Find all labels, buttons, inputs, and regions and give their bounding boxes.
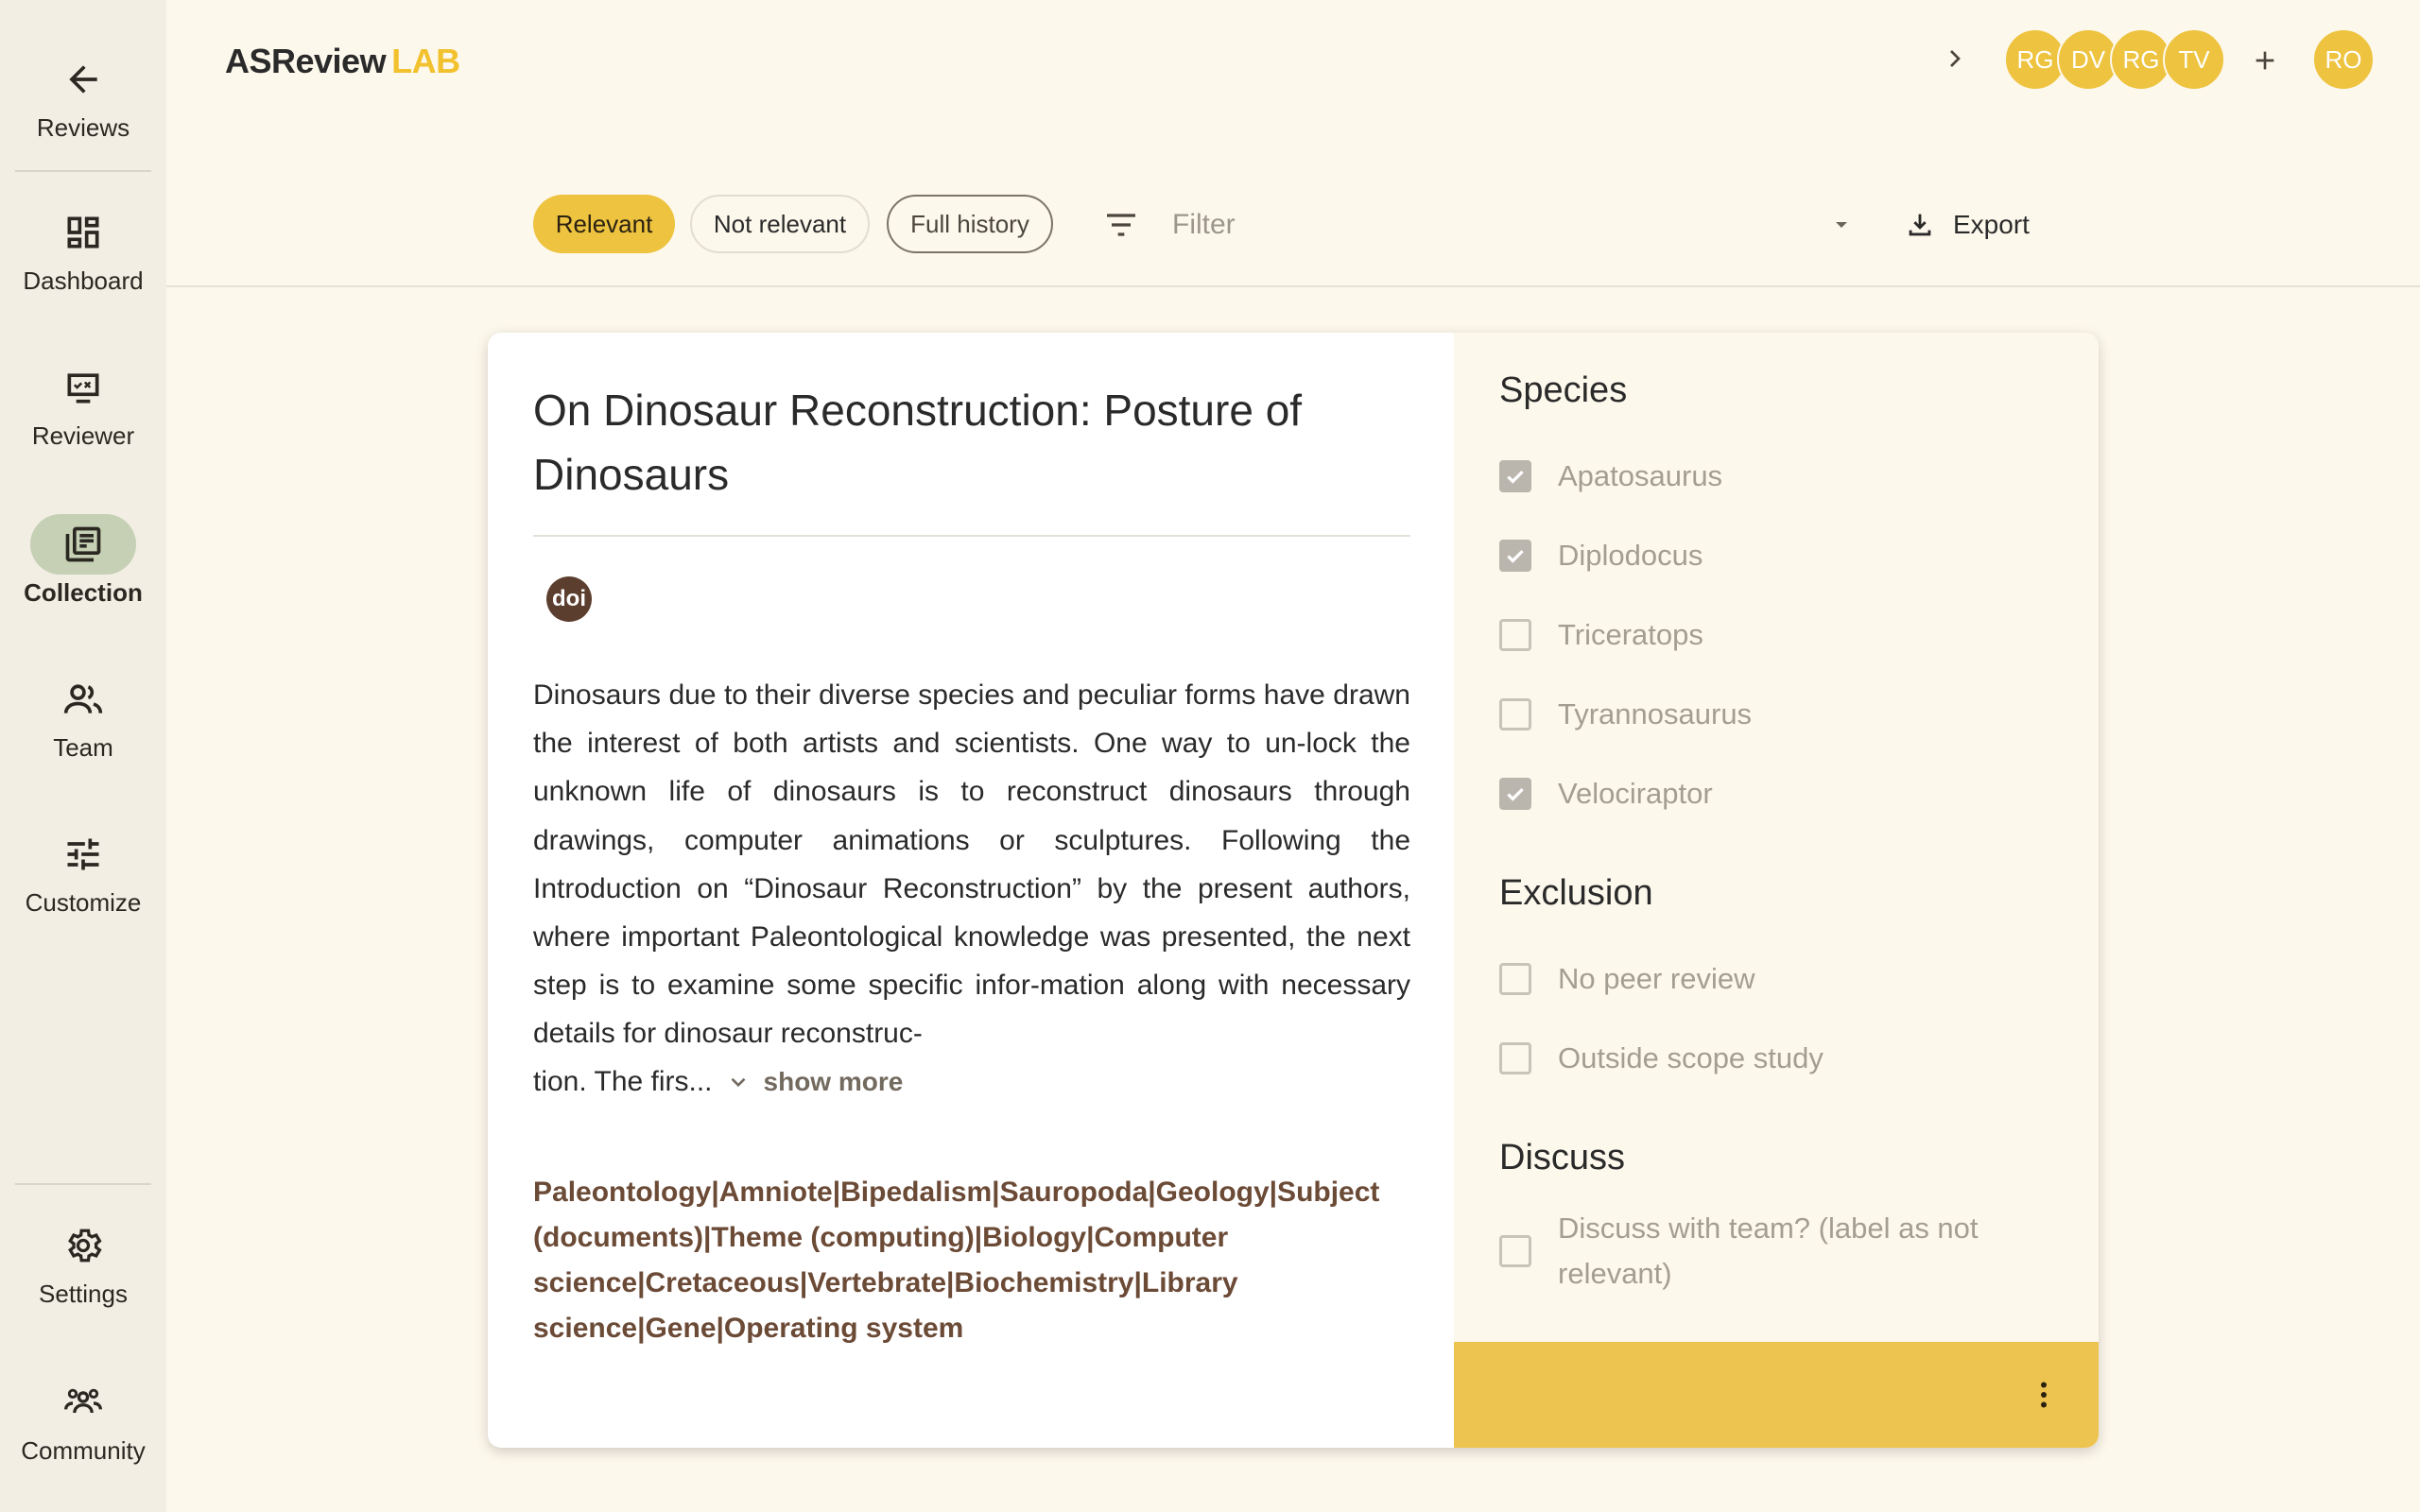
checkbox-label: Apatosaurus [1558, 459, 1723, 492]
checkbox-tyrannosaurus[interactable]: Tyrannosaurus [1499, 692, 1752, 737]
user-avatar[interactable]: RO [2312, 28, 2375, 91]
exclusion-title: Exclusion [1499, 873, 1653, 913]
team-icon [30, 669, 136, 730]
checkbox-box[interactable] [1499, 698, 1531, 730]
checkbox-triceratops[interactable]: Triceratops [1499, 612, 1703, 658]
chevron-down-icon[interactable] [1828, 214, 1855, 236]
check-icon [1507, 549, 1524, 563]
filter-icon[interactable] [1100, 206, 1142, 244]
community-icon [30, 1372, 136, 1433]
chevron-down-icon [731, 1077, 745, 1088]
sidebar-item-dashboard[interactable]: Dashboard [0, 202, 166, 296]
tune-icon [30, 824, 136, 885]
export-label: Export [1953, 210, 2030, 239]
checkbox-label: Triceratops [1558, 618, 1703, 651]
app-logo: ASReview LAB [225, 42, 460, 81]
show-more-label: show more [763, 1067, 904, 1096]
record-card: On Dinosaur Reconstruction: Posture of D… [488, 333, 2099, 1448]
avatar[interactable]: TV [2163, 28, 2225, 91]
checkbox-box[interactable] [1499, 1042, 1531, 1074]
doi-icon[interactable]: doi [546, 576, 592, 622]
sidebar-item-customize[interactable]: Customize [0, 824, 166, 918]
arrow-left-icon [30, 49, 136, 110]
sidebar-item-label: Customize [25, 888, 142, 917]
library-books-icon [30, 514, 136, 575]
toolbar-divider [166, 285, 2420, 287]
checkbox-box[interactable] [1499, 540, 1531, 572]
show-more-button[interactable]: show more [726, 1067, 904, 1097]
checkbox-outside-scope[interactable]: Outside scope study [1499, 1036, 1824, 1081]
checkbox-box[interactable] [1499, 963, 1531, 995]
checkbox-diplodocus[interactable]: Diplodocus [1499, 533, 1703, 578]
checkbox-apatosaurus[interactable]: Apatosaurus [1499, 454, 1722, 499]
sidebar: Reviews Dashboard Reviewer Collection Te… [0, 0, 166, 1512]
monitor-check-icon [30, 357, 136, 418]
more-vert-icon [2041, 1382, 2047, 1408]
doi-label: doi [552, 586, 586, 611]
species-title: Species [1499, 370, 1628, 410]
chevron-right-icon[interactable] [1936, 40, 1974, 77]
sidebar-divider [15, 1183, 151, 1185]
plus-icon [2256, 51, 2274, 70]
sidebar-item-reviews[interactable]: Reviews [0, 49, 166, 143]
logo-main: ASReview [225, 42, 387, 80]
card-action-bar [1454, 1342, 2099, 1448]
check-icon [1507, 470, 1524, 484]
dashboard-icon [30, 202, 136, 263]
checkbox-discuss-team[interactable]: Discuss with team? (label as not relevan… [1499, 1206, 2029, 1297]
discuss-title: Discuss [1499, 1138, 1626, 1177]
chip-full-history[interactable]: Full history [887, 195, 1053, 253]
checkbox-label: Discuss with team? (label as not relevan… [1558, 1211, 1979, 1290]
sidebar-item-reviewer[interactable]: Reviewer [0, 357, 166, 451]
gear-icon [30, 1215, 136, 1276]
chip-relevant[interactable]: Relevant [533, 195, 675, 253]
record-title: On Dinosaur Reconstruction: Posture of D… [533, 386, 1303, 499]
checkbox-label: Tyrannosaurus [1558, 697, 1753, 730]
sidebar-item-label: Team [53, 733, 113, 762]
sidebar-item-label: Collection [24, 578, 143, 607]
sidebar-item-label: Community [21, 1436, 146, 1465]
sidebar-item-label: Reviews [36, 113, 130, 142]
title-divider [533, 535, 1410, 537]
add-member-button[interactable] [2244, 40, 2286, 81]
chip-not-relevant[interactable]: Not relevant [690, 195, 870, 253]
checkbox-box[interactable] [1499, 1235, 1531, 1267]
label-panel: Species Apatosaurus Diplodocus Tricerato… [1454, 333, 2099, 1342]
checkbox-label: Outside scope study [1558, 1041, 1824, 1074]
check-icon [1507, 787, 1524, 801]
checkbox-label: Diplodocus [1558, 539, 1703, 572]
sidebar-item-community[interactable]: Community [0, 1372, 166, 1466]
checkbox-label: No peer review [1558, 962, 1755, 995]
sidebar-item-label: Reviewer [31, 421, 135, 450]
export-button[interactable]: Export [1904, 202, 2030, 248]
checkbox-box[interactable] [1499, 778, 1531, 810]
sidebar-item-collection[interactable]: Collection [0, 514, 166, 608]
sidebar-item-team[interactable]: Team [0, 669, 166, 763]
logo-accent: LAB [391, 42, 460, 80]
record-abstract: Dinosaurs due to their diverse species a… [533, 679, 1410, 1050]
checkbox-label: Velociraptor [1558, 777, 1713, 810]
more-options-button[interactable] [2023, 1374, 2065, 1416]
sidebar-item-label: Settings [39, 1280, 128, 1308]
filter-input[interactable] [1172, 202, 1815, 248]
checkbox-box[interactable] [1499, 619, 1531, 651]
record-keywords: Paleontology|Amniote|Bipedalism|Sauropod… [533, 1177, 1380, 1344]
checkbox-no-peer-review[interactable]: No peer review [1499, 956, 1754, 1002]
sidebar-item-settings[interactable]: Settings [0, 1215, 166, 1309]
sidebar-item-label: Dashboard [23, 266, 144, 295]
abstract-tail-row: tion. The firs... show more [533, 1066, 903, 1098]
download-icon [1909, 214, 1931, 236]
checkbox-box[interactable] [1499, 460, 1531, 492]
checkbox-velociraptor[interactable]: Velociraptor [1499, 771, 1713, 816]
abstract-tail: tion. The firs... [533, 1066, 713, 1097]
sidebar-divider [15, 170, 151, 172]
